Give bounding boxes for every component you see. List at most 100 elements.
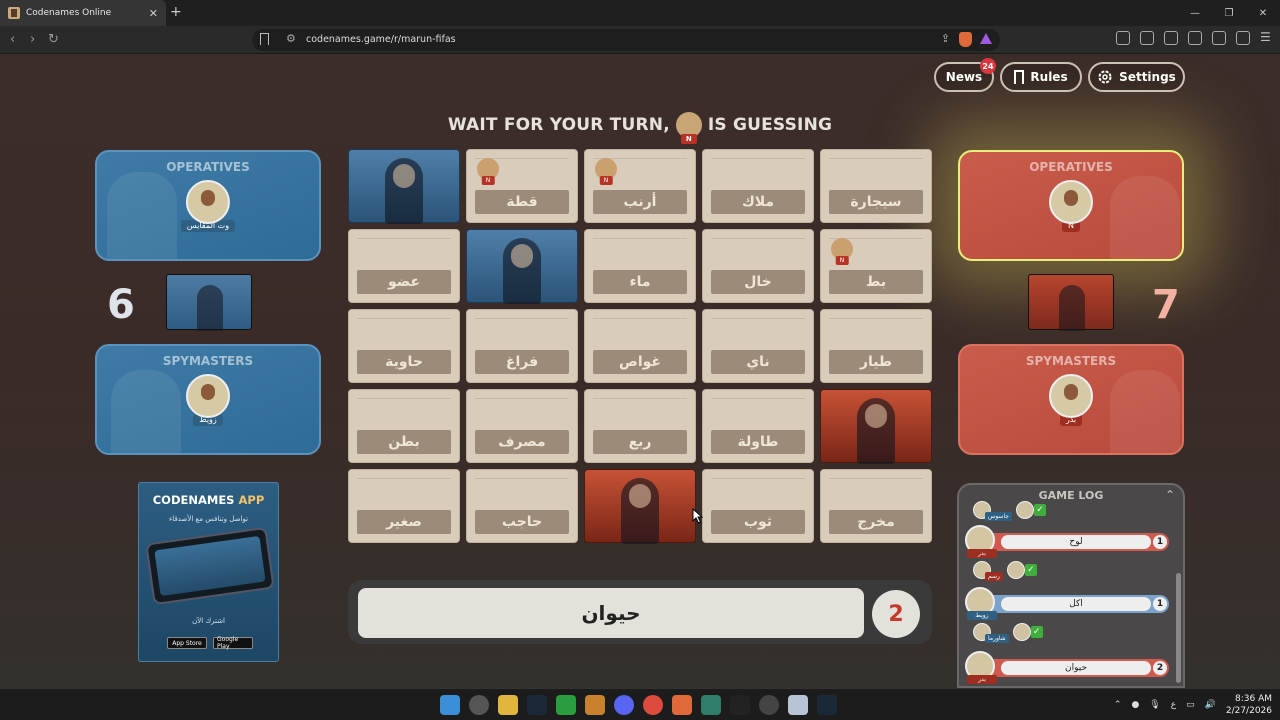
volume-icon[interactable]: 🔊 xyxy=(1205,700,1216,710)
menu-icon[interactable]: ☰ xyxy=(1260,31,1274,45)
banner-suffix: IS GUESSING xyxy=(707,115,833,135)
word-card[interactable]: فراغ xyxy=(466,309,578,383)
forward-icon[interactable]: › xyxy=(30,32,35,47)
app-icon[interactable] xyxy=(788,695,808,715)
word-card[interactable]: عضو xyxy=(348,229,460,303)
reload-icon[interactable]: ↻ xyxy=(48,32,59,47)
site-settings-icon[interactable]: ⚙ xyxy=(286,32,296,45)
agent-head xyxy=(511,244,533,268)
brave-icon[interactable] xyxy=(672,695,692,715)
settings-app-icon[interactable] xyxy=(469,695,489,715)
browser-tab-bar: Codenames Online ✕ + — ❐ ✕ xyxy=(0,0,1280,26)
wallet-icon[interactable] xyxy=(1188,31,1202,45)
word-card[interactable]: أرنب N xyxy=(584,149,696,223)
log-guess: رسم ✓ xyxy=(973,561,1037,581)
file-explorer-icon[interactable] xyxy=(498,695,518,715)
app-icon[interactable] xyxy=(759,695,779,715)
word-card[interactable]: خال xyxy=(702,229,814,303)
card-divider xyxy=(711,398,805,399)
card-divider xyxy=(357,478,451,479)
vpn-icon[interactable] xyxy=(1236,31,1250,45)
sidebar-icon[interactable] xyxy=(1164,31,1178,45)
log-clue: حيوان xyxy=(1001,661,1151,675)
leo-ai-icon[interactable] xyxy=(1212,31,1226,45)
steam-icon[interactable] xyxy=(817,695,837,715)
word-card[interactable]: غواص xyxy=(584,309,696,383)
word-card[interactable]: ماء xyxy=(584,229,696,303)
guess-marker-avatar: N xyxy=(595,158,617,185)
close-tab-icon[interactable]: ✕ xyxy=(149,7,158,20)
steam-icon[interactable] xyxy=(527,695,547,715)
epic-games-icon[interactable] xyxy=(730,695,750,715)
panel-artwork xyxy=(1110,370,1180,453)
log-player: بدر xyxy=(967,675,997,684)
rules-button[interactable]: Rules xyxy=(1000,62,1082,92)
word-card[interactable] xyxy=(348,149,460,224)
language-indicator[interactable]: ع xyxy=(1171,700,1176,710)
card-divider xyxy=(711,478,805,479)
browser-tab[interactable]: Codenames Online ✕ xyxy=(0,0,166,26)
word-card[interactable] xyxy=(820,389,932,464)
word-card[interactable]: سيجارة xyxy=(820,149,932,223)
card-divider xyxy=(357,318,451,319)
new-tab-icon[interactable]: + xyxy=(170,4,182,20)
app-store-badge[interactable]: App Store xyxy=(167,637,207,649)
word-card[interactable]: بط N xyxy=(820,229,932,303)
app-icon[interactable] xyxy=(701,695,721,715)
news-button[interactable]: News 24 xyxy=(934,58,996,92)
log-entry: بدر لوح 1 xyxy=(965,525,1169,558)
guess-marker-tag: N xyxy=(481,176,495,185)
brave-rewards-icon[interactable] xyxy=(980,33,992,44)
minimize-icon[interactable]: — xyxy=(1178,0,1212,26)
tab-search-icon[interactable] xyxy=(1140,31,1154,45)
word-card[interactable]: قطة N xyxy=(466,149,578,223)
network-icon[interactable]: ▭ xyxy=(1186,700,1195,710)
avatar xyxy=(1016,501,1034,519)
xbox-icon[interactable] xyxy=(556,695,576,715)
restore-icon[interactable]: ❐ xyxy=(1212,0,1246,26)
word-card[interactable]: حاجب xyxy=(466,469,578,543)
word-card[interactable]: ناي xyxy=(702,309,814,383)
tray-app-icon[interactable]: ● xyxy=(1131,700,1139,710)
chrome-icon[interactable] xyxy=(643,695,663,715)
collapse-log-icon[interactable]: ⌃ xyxy=(1165,488,1175,502)
agent-head xyxy=(629,484,651,508)
word-card[interactable]: طاولة xyxy=(702,389,814,463)
tab-title: Codenames Online xyxy=(26,8,112,18)
brave-shields-icon[interactable] xyxy=(959,32,972,47)
red-operatives-title: OPERATIVES xyxy=(1029,160,1113,174)
extensions-icon[interactable] xyxy=(1116,31,1130,45)
word-card[interactable]: ثوب xyxy=(702,469,814,543)
microphone-icon[interactable]: 🎙 xyxy=(1149,700,1160,710)
log-clue: لوح xyxy=(1001,535,1151,549)
word-card[interactable] xyxy=(584,469,696,544)
word-card[interactable]: ملاك xyxy=(702,149,814,223)
address-bar[interactable]: ⚙ codenames.game/r/marun-fifas ⇪ xyxy=(252,29,1000,51)
card-word: بط xyxy=(829,270,923,294)
card-word: ملاك xyxy=(711,190,805,214)
discord-icon[interactable] xyxy=(614,695,634,715)
word-card[interactable]: ربع xyxy=(584,389,696,463)
settings-button[interactable]: Settings xyxy=(1088,62,1185,92)
url-text[interactable]: codenames.game/r/marun-fifas xyxy=(306,34,456,45)
word-card[interactable]: مصرف xyxy=(466,389,578,463)
bookmark-icon[interactable] xyxy=(260,33,269,45)
codenames-app-ad[interactable]: CODENAMES APP تواصل وتنافس مع الأصدقاء ا… xyxy=(138,482,279,662)
word-card[interactable]: طيار xyxy=(820,309,932,383)
log-scrollbar[interactable] xyxy=(1176,573,1181,683)
share-icon[interactable]: ⇪ xyxy=(941,32,950,45)
clue-bar: حيوان 2 xyxy=(348,580,932,644)
word-card[interactable]: مخرج xyxy=(820,469,932,543)
app-icon[interactable] xyxy=(585,695,605,715)
word-card[interactable] xyxy=(466,229,578,304)
close-window-icon[interactable]: ✕ xyxy=(1246,0,1280,26)
google-play-badge[interactable]: Google Play xyxy=(213,636,253,650)
word-card[interactable]: حاوية xyxy=(348,309,460,383)
start-icon[interactable] xyxy=(440,695,460,715)
banner-prefix: WAIT FOR YOUR TURN, xyxy=(447,115,670,135)
clock[interactable]: 8:36 AM 2/27/2026 xyxy=(1226,693,1272,717)
chevron-up-icon[interactable]: ⌃ xyxy=(1114,700,1122,710)
word-card[interactable]: صغير xyxy=(348,469,460,543)
back-icon[interactable]: ‹ xyxy=(10,32,15,47)
word-card[interactable]: بطن xyxy=(348,389,460,463)
